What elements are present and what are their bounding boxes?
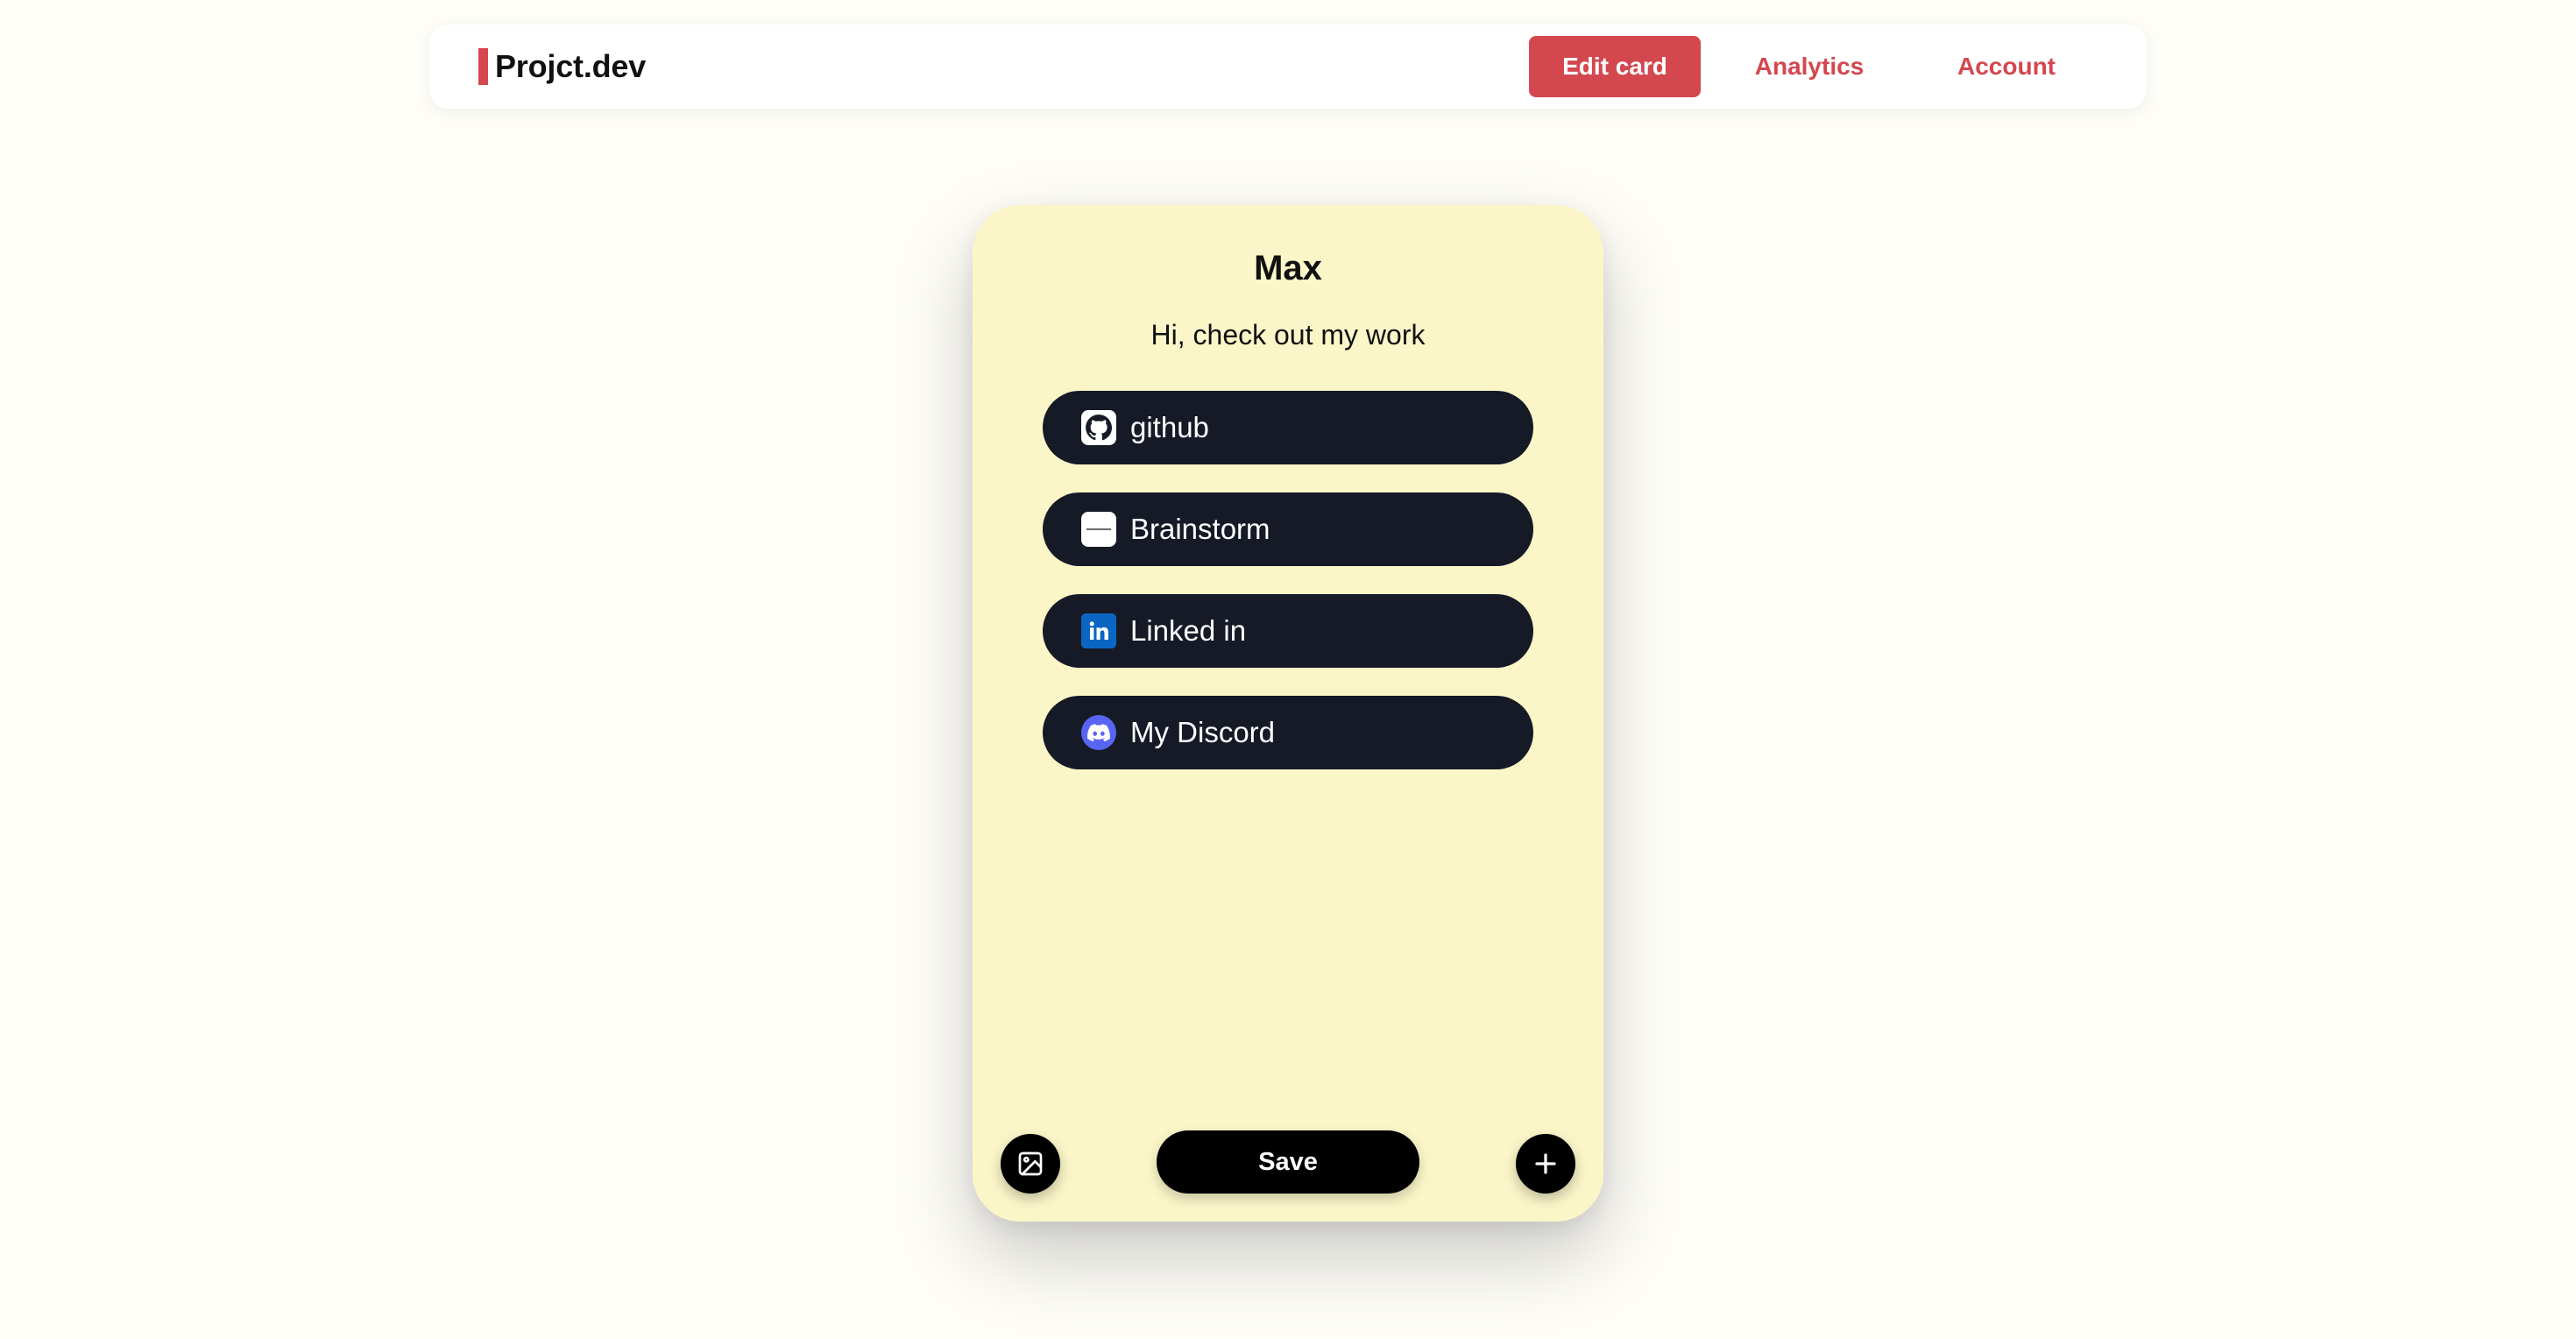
image-icon [1016, 1150, 1044, 1178]
link-label: github [1130, 411, 1209, 443]
nav-account-link[interactable]: Account [1950, 36, 2063, 97]
linkedin-icon [1081, 613, 1116, 648]
plus-icon [1532, 1151, 1559, 1177]
brand-accent-bar [478, 48, 488, 85]
link-button-github[interactable]: github [1043, 391, 1533, 464]
change-background-button[interactable] [1001, 1134, 1060, 1194]
link-label: Linked in [1130, 614, 1247, 647]
brand-name: Projct.dev [495, 48, 647, 84]
link-button-discord[interactable]: My Discord [1043, 696, 1533, 769]
save-button[interactable]: Save [1157, 1130, 1419, 1194]
profile-card: Max Hi, check out my work github Brainst… [973, 205, 1603, 1222]
profile-name[interactable]: Max [973, 249, 1603, 288]
link-list: github Brainstorm Linked in My Discord [1043, 391, 1533, 797]
add-link-button[interactable] [1516, 1134, 1575, 1194]
link-button-brainstorm[interactable]: Brainstorm [1043, 492, 1533, 566]
brainstorm-icon [1081, 512, 1116, 547]
github-icon [1081, 410, 1116, 445]
link-button-linkedin[interactable]: Linked in [1043, 594, 1533, 668]
nav-analytics-link[interactable]: Analytics [1752, 36, 1866, 97]
profile-bio[interactable]: Hi, check out my work [973, 319, 1603, 351]
discord-icon [1081, 715, 1116, 750]
link-label: Brainstorm [1130, 513, 1270, 545]
top-navbar: Projct.dev Edit card Analytics Account [429, 25, 2147, 109]
link-label: My Discord [1130, 716, 1276, 748]
nav-edit-card-button[interactable]: Edit card [1529, 36, 1701, 97]
brand-logo[interactable]: Projct.dev [478, 47, 646, 86]
